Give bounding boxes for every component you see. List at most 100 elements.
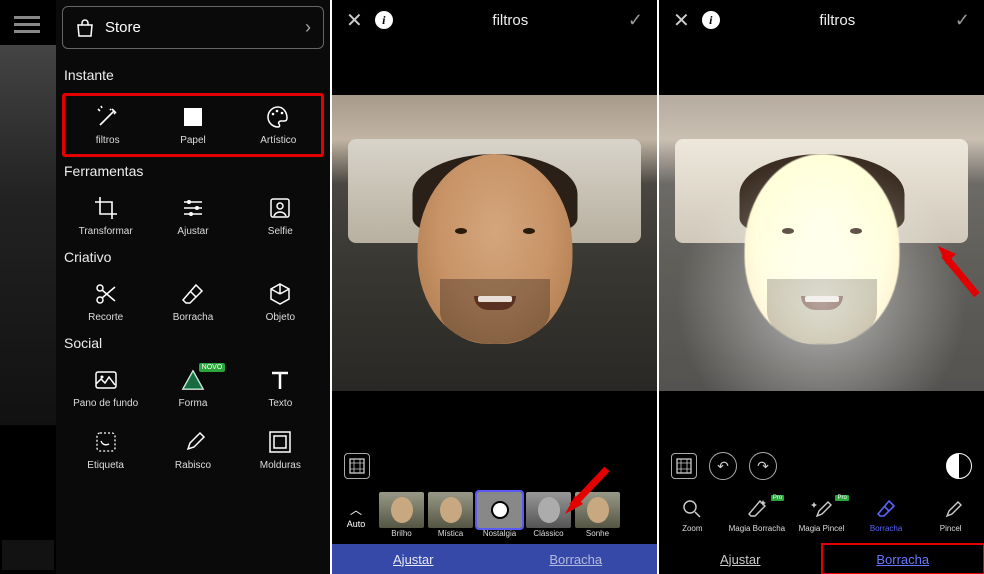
- paper-icon: [180, 104, 206, 130]
- tool-rabisco[interactable]: Rabisco: [153, 429, 233, 471]
- magic-eraser-icon: [745, 497, 769, 521]
- panel3-header: ✕ i filtros ✓: [659, 0, 984, 40]
- tool-recorte[interactable]: Recorte: [66, 281, 146, 323]
- magic-brush-icon: [809, 497, 833, 521]
- store-label: Store: [105, 19, 141, 36]
- eraser-icon: [874, 497, 898, 521]
- section-criativo-title: Criativo: [62, 243, 324, 275]
- panel3-toolbar: ↶ ↷: [659, 446, 984, 486]
- crop-square-button[interactable]: [671, 453, 697, 479]
- tool-texto[interactable]: Texto: [240, 367, 320, 409]
- tool-pincel[interactable]: Pincel: [921, 497, 980, 533]
- zoom-icon: [680, 497, 704, 521]
- compare-icon[interactable]: [946, 453, 972, 479]
- tool-label: Selfie: [268, 226, 293, 237]
- header-title: filtros: [732, 12, 943, 29]
- selfie-icon: [267, 195, 293, 221]
- tool-pano-fundo[interactable]: Pano de fundo: [66, 367, 146, 409]
- filter-classico[interactable]: Clássico: [525, 492, 572, 538]
- tab-ajustar[interactable]: Ajustar: [659, 544, 822, 574]
- palette-icon: [265, 104, 291, 130]
- tool-papel[interactable]: Papel: [153, 104, 233, 146]
- chevron-up-icon: ︿: [350, 501, 362, 518]
- info-icon[interactable]: i: [375, 11, 393, 29]
- tool-etiqueta[interactable]: Etiqueta: [66, 429, 146, 471]
- header-title: filtros: [405, 12, 616, 29]
- tool-label: Rabisco: [175, 460, 211, 471]
- filter-sonhe[interactable]: Sonhe: [574, 492, 621, 538]
- tool-label: Forma: [179, 398, 208, 409]
- brush-icon: [180, 429, 206, 455]
- undo-button[interactable]: ↶: [709, 452, 737, 480]
- confirm-icon[interactable]: ✓: [955, 10, 970, 31]
- panel3-bottom-tabs: Ajustar Borracha: [659, 544, 984, 574]
- text-icon: [267, 367, 293, 393]
- scissors-icon: [93, 281, 119, 307]
- wand-icon: [95, 104, 121, 130]
- redo-button[interactable]: ↷: [749, 452, 777, 480]
- tool-borracha[interactable]: Borracha: [153, 281, 233, 323]
- close-icon[interactable]: ✕: [346, 8, 363, 33]
- confirm-icon[interactable]: ✓: [628, 10, 643, 31]
- tool-molduras[interactable]: Molduras: [240, 429, 320, 471]
- tool-artistico[interactable]: Artístico: [238, 104, 318, 146]
- tool-ajustar[interactable]: Ajustar: [153, 195, 233, 237]
- panel2-bottom-tabs: Ajustar Borracha: [332, 544, 657, 574]
- tool-zoom[interactable]: Zoom: [663, 497, 722, 533]
- eraser-strip: Zoom Pro Magia Borracha Pro Magia Pincel…: [659, 486, 984, 544]
- image-icon: [93, 367, 119, 393]
- tool-label: Texto: [268, 398, 292, 409]
- tool-transformar[interactable]: Transformar: [66, 195, 146, 237]
- tool-label: Borracha: [173, 312, 214, 323]
- bag-icon: [75, 19, 95, 37]
- social-grid: Pano de fundo NOVO Forma Texto: [62, 361, 324, 415]
- tool-forma[interactable]: NOVO Forma: [153, 367, 233, 409]
- filter-brilho[interactable]: Brilho: [378, 492, 425, 538]
- sticker-icon: [93, 429, 119, 455]
- close-icon[interactable]: ✕: [673, 8, 690, 33]
- tool-label: Papel: [180, 135, 206, 146]
- filter-mistica[interactable]: Mística: [427, 492, 474, 538]
- crop-square-button[interactable]: [344, 453, 370, 479]
- ferramentas-grid: Transformar Ajustar Selfie: [62, 189, 324, 243]
- extra-grid: Etiqueta Rabisco Molduras: [62, 423, 324, 477]
- tool-label: Pano de fundo: [73, 398, 138, 409]
- hamburger-menu[interactable]: [0, 0, 56, 49]
- tab-borracha[interactable]: Borracha: [495, 544, 658, 574]
- brush-icon: [939, 497, 963, 521]
- tab-borracha-highlighted[interactable]: Borracha: [822, 544, 984, 574]
- cube-icon: [267, 281, 293, 307]
- photo-canvas[interactable]: [659, 40, 984, 446]
- tool-label: Recorte: [88, 312, 123, 323]
- tool-selfie[interactable]: Selfie: [240, 195, 320, 237]
- frame-icon: [267, 429, 293, 455]
- novo-badge: NOVO: [199, 363, 226, 372]
- tool-label: Ajustar: [177, 226, 208, 237]
- auto-label: Auto: [347, 519, 366, 529]
- info-icon[interactable]: i: [702, 11, 720, 29]
- store-button[interactable]: Store ›: [62, 6, 324, 49]
- sliders-icon: [180, 195, 206, 221]
- tool-filtros[interactable]: filtros: [68, 104, 148, 146]
- tool-label: Transformar: [79, 226, 133, 237]
- panel2-toolbar: [332, 446, 657, 486]
- photo-canvas[interactable]: [332, 40, 657, 446]
- section-instante-title: Instante: [62, 61, 324, 93]
- tool-borracha-selected[interactable]: Borracha: [857, 497, 916, 533]
- tool-objeto[interactable]: Objeto: [240, 281, 320, 323]
- tab-ajustar[interactable]: Ajustar: [332, 544, 495, 574]
- filter-strip[interactable]: ︿ Auto Brilho Mística Nostalgia Clássico…: [332, 486, 657, 544]
- crop-icon: [93, 195, 119, 221]
- tool-label: Artístico: [260, 135, 296, 146]
- tool-magia-borracha[interactable]: Pro Magia Borracha: [728, 497, 787, 533]
- panel2-header: ✕ i filtros ✓: [332, 0, 657, 40]
- instante-grid: filtros Papel Artístico: [62, 93, 324, 157]
- criativo-grid: Recorte Borracha Objeto: [62, 275, 324, 329]
- eraser-icon: [180, 281, 206, 307]
- tool-magia-pincel[interactable]: Pro Magia Pincel: [792, 497, 851, 533]
- auto-tab[interactable]: ︿ Auto: [336, 501, 376, 529]
- filter-nostalgia[interactable]: Nostalgia: [476, 492, 523, 538]
- tool-label: Objeto: [266, 312, 295, 323]
- chevron-right-icon: ›: [305, 17, 311, 38]
- pro-badge: Pro: [771, 495, 784, 501]
